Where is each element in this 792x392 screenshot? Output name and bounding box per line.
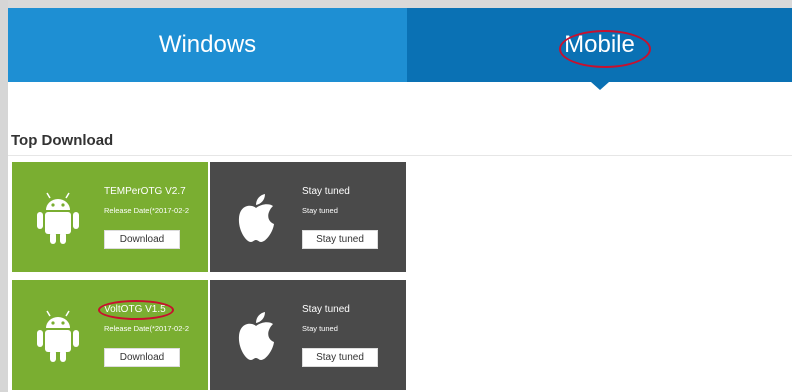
download-card-voltotg: VoltOTG V1.5 Release Date(*2017-02-2 Dow…: [12, 280, 208, 390]
apple-icon: [238, 312, 274, 360]
download-button[interactable]: Download: [104, 230, 180, 249]
frame-top-border: [0, 0, 792, 8]
release-note: Stay tuned: [302, 206, 338, 215]
release-date: Release Date(*2017-02-2: [104, 206, 190, 215]
release-note: Stay tuned: [302, 324, 338, 333]
platform-tabs: Windows Mobile: [8, 8, 792, 90]
app-name: Stay tuned: [302, 304, 350, 315]
frame-left-border: [0, 0, 8, 392]
tab-mobile[interactable]: Mobile: [407, 8, 792, 90]
release-date: Release Date(*2017-02-2: [104, 324, 190, 333]
app-name: TEMPerOTG V2.7: [104, 186, 186, 197]
tab-windows[interactable]: Windows: [8, 8, 407, 82]
stay-tuned-button[interactable]: Stay tuned: [302, 230, 378, 249]
tab-windows-label: Windows: [158, 31, 257, 58]
android-icon: [37, 192, 79, 244]
active-tab-caret: [590, 82, 609, 90]
mobile-highlight-ring: [559, 30, 651, 68]
section-divider: [8, 155, 792, 156]
app-name: Stay tuned: [302, 186, 350, 197]
download-card-ios-2: Stay tuned Stay tuned Stay tuned: [210, 280, 406, 390]
download-button[interactable]: Download: [104, 348, 180, 367]
stay-tuned-button[interactable]: Stay tuned: [302, 348, 378, 367]
download-card-temperotg: TEMPerOTG V2.7 Release Date(*2017-02-2 D…: [12, 162, 208, 272]
voltotg-highlight-ring: [98, 300, 174, 320]
section-title: Top Download: [11, 132, 114, 149]
apple-icon: [238, 194, 274, 242]
android-icon: [37, 310, 79, 362]
download-card-ios-1: Stay tuned Stay tuned Stay tuned: [210, 162, 406, 272]
